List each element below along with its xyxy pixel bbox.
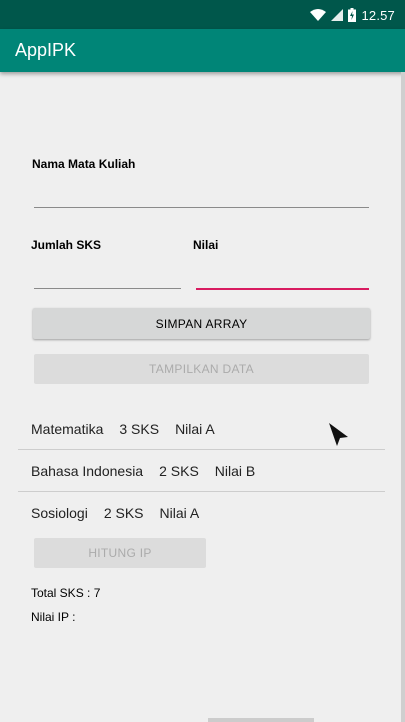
battery-charging-icon (348, 8, 357, 22)
app-bar: AppIPK (0, 29, 405, 72)
ip-value-text: Nilai IP : (31, 610, 76, 624)
list-item-grade: Nilai B (214, 462, 256, 479)
mouse-cursor-icon (329, 423, 348, 446)
list-item[interactable]: Bahasa Indonesia 2 SKS Nilai B (18, 450, 385, 492)
calc-ip-button[interactable]: HITUNG IP (34, 538, 206, 568)
list-item-course: Bahasa Indonesia (31, 462, 144, 479)
save-array-button[interactable]: SIMPAN ARRAY (33, 308, 370, 339)
status-bar: 12.57 (0, 0, 405, 29)
total-sks-text: Total SKS : 7 (31, 586, 101, 600)
list-item-sks: 2 SKS (159, 462, 199, 479)
grade-label: Nilai (193, 238, 219, 252)
app-title: AppIPK (15, 40, 77, 60)
list-item-sks: 2 SKS (103, 504, 144, 521)
status-icons: 12.57 (310, 6, 395, 24)
scroll-edge (401, 72, 405, 722)
show-data-button[interactable]: TAMPILKAN DATA (34, 354, 369, 384)
list-item[interactable]: Sosiologi 2 SKS Nilai A (18, 492, 385, 533)
list-item-course: Matematika (31, 420, 104, 437)
grade-field[interactable] (196, 266, 369, 290)
sks-label: Jumlah SKS (31, 238, 102, 252)
bottom-edge (208, 718, 314, 722)
course-name-field[interactable] (34, 185, 369, 208)
course-name-label: Nama Mata Kuliah (32, 157, 136, 171)
list-item-sks: 3 SKS (119, 420, 160, 437)
list-item-grade: Nilai A (159, 504, 200, 521)
wifi-icon (310, 8, 327, 21)
status-time: 12.57 (361, 7, 395, 23)
app-screen: 12.57 AppIPK Nama Mata Kuliah Jumlah SKS… (0, 0, 405, 722)
sks-field[interactable] (34, 266, 181, 289)
list-item-grade: Nilai A (175, 420, 215, 437)
list-item-course: Sosiologi (31, 504, 88, 521)
signal-icon (331, 9, 344, 21)
